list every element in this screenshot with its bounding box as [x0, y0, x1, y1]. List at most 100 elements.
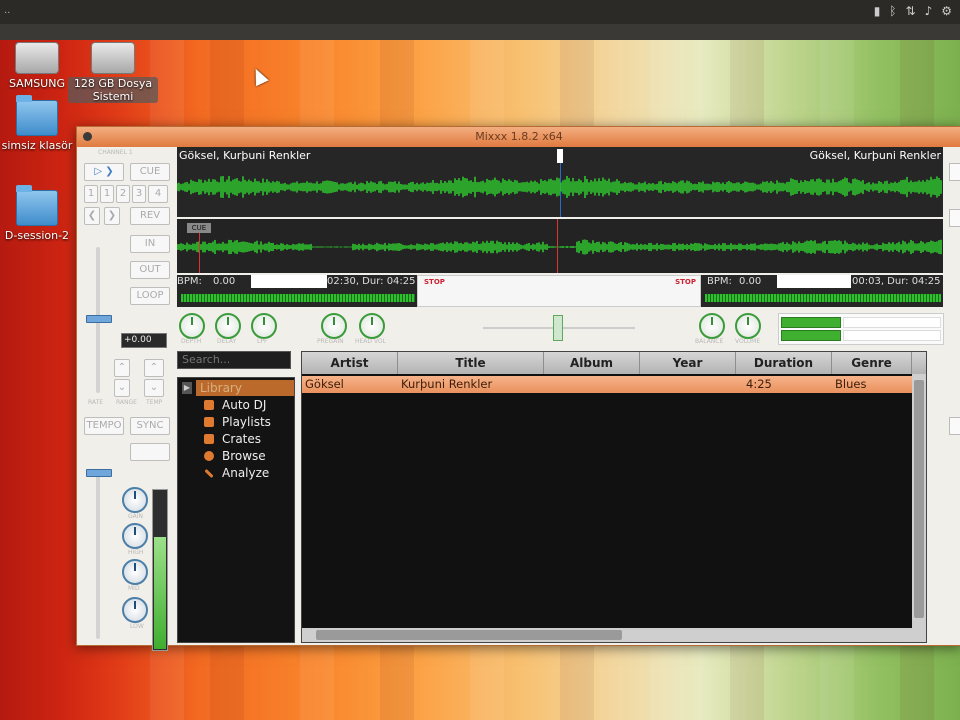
network-icon[interactable]: ⇅: [906, 4, 916, 18]
sync-button[interactable]: SYNC: [130, 417, 170, 435]
search-icon: [204, 451, 214, 461]
column-header-album[interactable]: Album: [544, 352, 640, 374]
loop-button[interactable]: LOOP: [130, 287, 170, 305]
loop-in-button[interactable]: IN: [130, 235, 170, 253]
close-icon[interactable]: [83, 132, 92, 141]
balance-knob[interactable]: [699, 313, 725, 339]
forward-button[interactable]: ❯: [104, 207, 120, 225]
hotcue-4-button[interactable]: 3: [132, 185, 146, 203]
playhead-marker[interactable]: [557, 149, 563, 163]
pregain-knob[interactable]: [321, 313, 347, 339]
deck-2-sync-button[interactable]: [949, 417, 960, 435]
pitch-up-button[interactable]: ⌃: [114, 359, 130, 377]
hard-drive-icon: [91, 42, 135, 74]
deck-2-button[interactable]: [949, 209, 960, 227]
flanger-lpf-knob[interactable]: [251, 313, 277, 339]
pitch-slider-handle[interactable]: [86, 315, 112, 323]
deck-1-mini-waveform[interactable]: [181, 294, 415, 302]
play-button[interactable]: ▷ ❯: [84, 163, 124, 181]
desktop-icon-hdd[interactable]: 128 GB Dosya Sistemi: [68, 42, 158, 103]
window-titlebar[interactable]: Mixxx 1.8.2 x64: [77, 127, 960, 147]
panel-menu[interactable]: ..: [4, 5, 10, 16]
back-button[interactable]: ❮: [84, 207, 100, 225]
column-header-title[interactable]: Title: [398, 352, 544, 374]
detail-waveform-graphic: [177, 239, 942, 255]
cue-marker[interactable]: CUE: [187, 223, 211, 233]
column-header-duration[interactable]: Duration: [736, 352, 832, 374]
loop-out-button[interactable]: OUT: [130, 261, 170, 279]
cell-genre: Blues: [835, 377, 867, 391]
vertical-scrollbar[interactable]: [912, 374, 926, 628]
deck-2-play-button[interactable]: [949, 163, 960, 181]
master-volume-knob[interactable]: [735, 313, 761, 339]
sidebar-item-playlists[interactable]: Playlists: [204, 414, 271, 430]
gain-knob[interactable]: [122, 487, 148, 513]
sidebar-item-library[interactable]: Library: [196, 380, 294, 396]
desktop-icon-folder-1[interactable]: simsiz klasör: [0, 95, 82, 152]
bluetooth-icon[interactable]: ᛒ: [889, 4, 896, 18]
eq-high-knob[interactable]: [122, 523, 148, 549]
cue-line: [199, 233, 200, 273]
desktop-icon-folder-2[interactable]: D-session-2: [0, 185, 82, 242]
deck-1-time: 02:30, Dur: 04:25: [327, 276, 416, 287]
reverse-button[interactable]: REV: [130, 207, 170, 225]
deck-1-bpm-box[interactable]: [251, 275, 327, 288]
sidebar-item-browse[interactable]: Browse: [204, 448, 266, 464]
pitch-down-fine-button[interactable]: ⌄: [144, 379, 164, 397]
column-header-artist[interactable]: Artist: [302, 352, 398, 374]
library-search-input[interactable]: [177, 351, 291, 369]
sidebar-item-label: Auto DJ: [222, 398, 267, 412]
deck-2-bpm-value: 0.00: [739, 276, 762, 287]
flanger-delay-knob[interactable]: [215, 313, 241, 339]
depth-label: DEPTH: [181, 338, 202, 345]
sidebar-item-auto-dj[interactable]: Auto DJ: [204, 397, 267, 413]
sidebar-item-crates[interactable]: Crates: [204, 431, 261, 447]
deck-2-bpm-box[interactable]: [777, 275, 851, 288]
eq-mid-knob[interactable]: [122, 559, 148, 585]
crossfader-handle[interactable]: [553, 315, 563, 341]
launcher-strip: [0, 24, 960, 40]
deck-2-stop-label: STOP: [675, 278, 696, 286]
head-vol-knob[interactable]: [359, 313, 385, 339]
channel-volume-handle[interactable]: [86, 469, 112, 477]
overview-waveform-graphic: [177, 175, 942, 199]
horizontal-scrollbar-thumb[interactable]: [316, 630, 622, 640]
pitch-down-button[interactable]: ⌄: [114, 379, 130, 397]
expand-icon[interactable]: ▶: [182, 382, 192, 394]
hotcue-3-button[interactable]: 2: [116, 185, 130, 203]
channel-volume-slider[interactable]: [96, 469, 100, 639]
horizontal-scrollbar[interactable]: [302, 628, 926, 642]
hotcue-2-button[interactable]: 1: [100, 185, 114, 203]
pregain-label: PREGAIN: [317, 338, 344, 345]
battery-icon[interactable]: ▮: [874, 4, 881, 18]
crate-icon: [204, 434, 214, 444]
eq-low-knob[interactable]: [122, 597, 148, 623]
delay-label: DELAY: [217, 338, 237, 345]
pitch-up-fine-button[interactable]: ⌃: [144, 359, 164, 377]
tempo-button[interactable]: TEMPO: [84, 417, 124, 435]
hotcue-1-button[interactable]: 1: [84, 185, 98, 203]
sidebar-item-analyze[interactable]: Analyze: [204, 465, 269, 481]
deck-1-stop-label: STOP: [424, 278, 445, 286]
overview-waveform[interactable]: Göksel, Kurþuni Renkler Göksel, Kurþuni …: [177, 147, 943, 217]
keylock-button[interactable]: [130, 443, 170, 461]
auto-dj-icon: [204, 400, 214, 410]
volume-icon[interactable]: ♪: [925, 4, 933, 18]
column-header-genre[interactable]: Genre: [832, 352, 912, 374]
column-header-year[interactable]: Year: [640, 352, 736, 374]
channel-label: CHANNEL 1: [98, 149, 133, 156]
cue-button[interactable]: CUE: [130, 163, 170, 181]
cell-year: [640, 376, 736, 393]
flanger-depth-knob[interactable]: [179, 313, 205, 339]
hotcue-5-button[interactable]: 4: [148, 185, 168, 203]
detail-waveform[interactable]: CUE: [177, 219, 943, 273]
vu-fill: [154, 537, 166, 649]
deck-1-track-title: Göksel, Kurþuni Renkler: [179, 149, 311, 162]
gear-icon[interactable]: ⚙: [941, 4, 952, 18]
usb-drive-icon: [15, 42, 59, 74]
high-label: HIGH: [128, 549, 144, 556]
table-row[interactable]: Göksel Kurþuni Renkler 4:25 Blues: [302, 376, 926, 393]
vertical-scrollbar-thumb[interactable]: [914, 380, 924, 618]
cell-album: [544, 376, 640, 393]
deck-2-mini-waveform[interactable]: [705, 294, 941, 302]
